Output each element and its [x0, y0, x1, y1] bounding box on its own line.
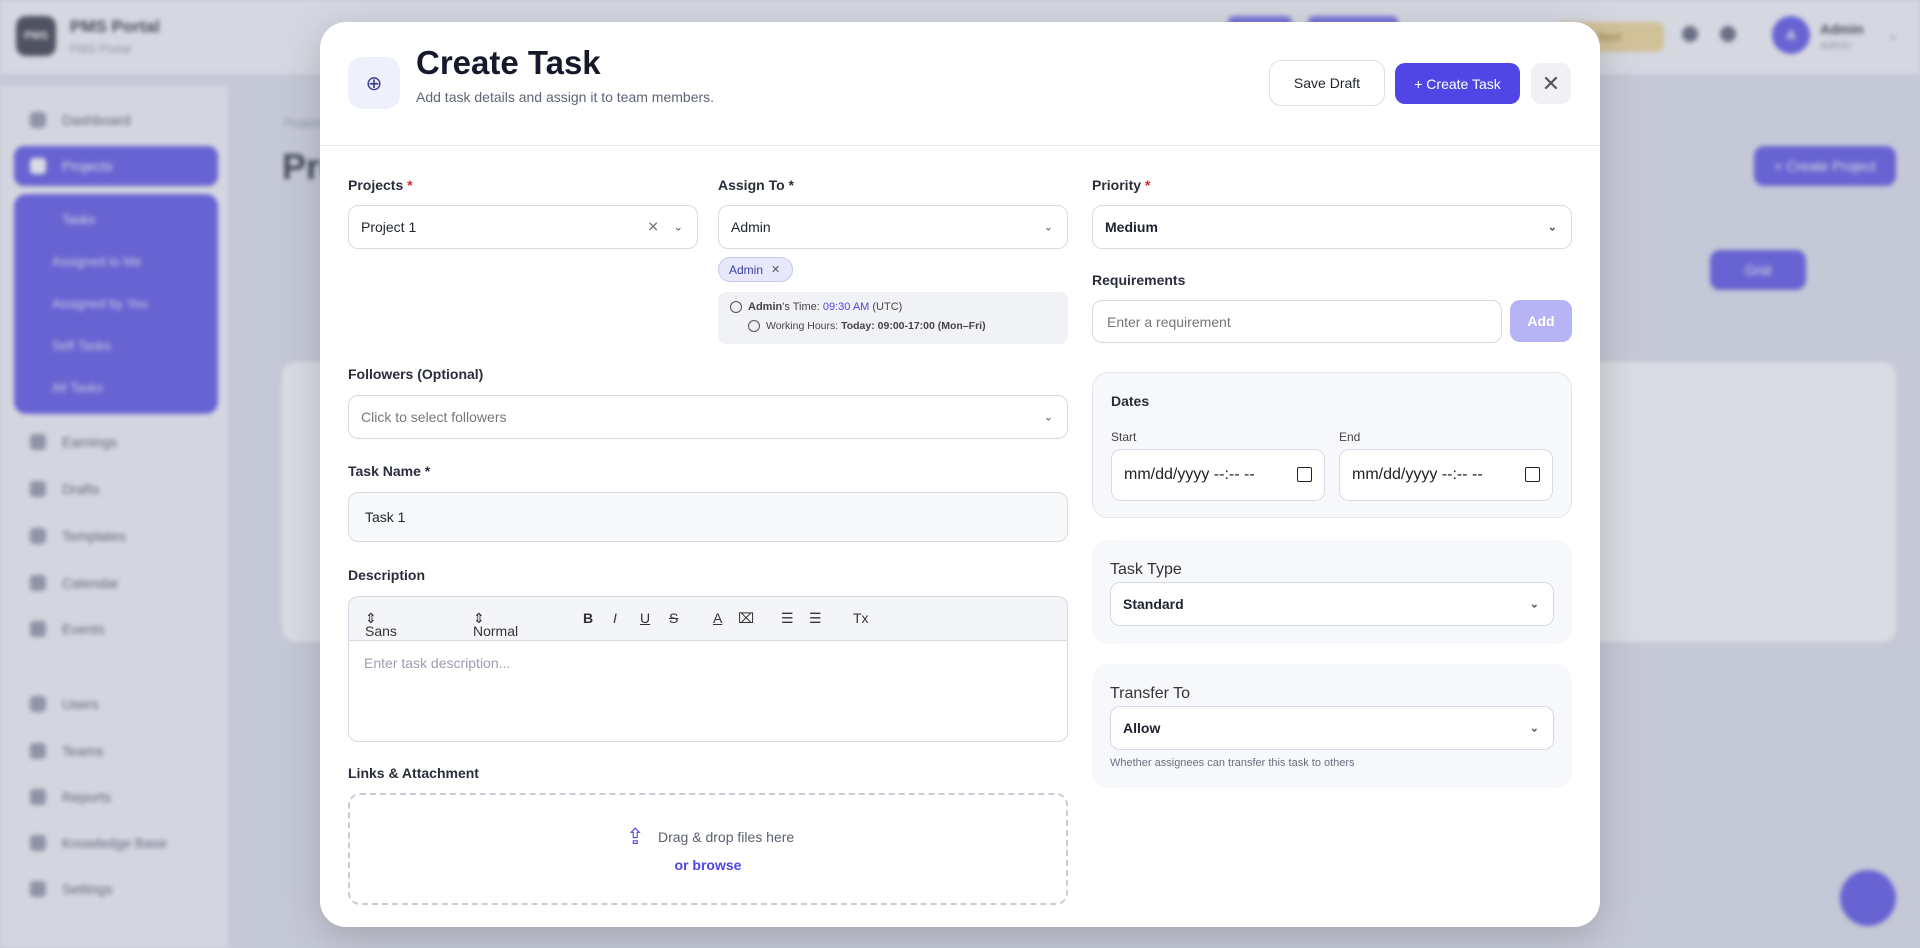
upload-icon: ⇪: [626, 824, 645, 849]
followers-label: Followers (Optional): [348, 366, 484, 382]
chevron-down-icon[interactable]: ⌄: [1044, 221, 1053, 234]
requirement-input[interactable]: Enter a requirement: [1092, 300, 1502, 343]
dates-label: Dates: [1111, 393, 1150, 409]
transfer-to-select[interactable]: Allow ⌄: [1110, 706, 1554, 750]
chevron-down-icon[interactable]: ⌄: [1530, 722, 1539, 735]
clock-icon: [730, 301, 742, 313]
text-color-icon[interactable]: A: [713, 610, 722, 626]
start-date-label: Start: [1111, 430, 1137, 444]
end-date-input[interactable]: mm/dd/yyyy --:-- --: [1339, 449, 1553, 501]
modal-title: Create Task: [416, 44, 601, 81]
strikethrough-icon[interactable]: S: [669, 610, 678, 626]
modal-subtitle: Add task details and assign it to team m…: [416, 89, 715, 105]
ordered-list-icon[interactable]: ☰: [781, 610, 794, 627]
clock-icon: [748, 320, 760, 332]
modal-header: ⊕ Create Task Add task details and assig…: [320, 22, 1600, 146]
file-dropzone[interactable]: ⇪ Drag & drop files here or browse: [348, 793, 1068, 905]
assignee-chip: Admin ✕: [718, 257, 794, 282]
description-editor[interactable]: Enter task description...: [348, 640, 1068, 742]
clear-format-icon[interactable]: Tx: [853, 610, 869, 626]
calendar-icon[interactable]: [1297, 467, 1312, 482]
followers-select[interactable]: Click to select followers ⌄: [348, 395, 1068, 439]
size-select[interactable]: Normal ⇕: [473, 610, 518, 639]
start-date-input[interactable]: mm/dd/yyyy --:-- --: [1111, 449, 1325, 501]
add-requirement-button[interactable]: Add: [1510, 300, 1572, 342]
task-icon: ⊕: [348, 57, 400, 109]
clear-icon[interactable]: ✕: [647, 219, 659, 236]
links-label: Links & Attachment: [348, 765, 479, 781]
transfer-to-panel: Transfer To Allow ⌄ Whether assignees ca…: [1092, 664, 1572, 788]
close-icon[interactable]: ✕: [1531, 63, 1571, 104]
bold-icon[interactable]: B: [583, 610, 593, 626]
task-name-label: Task Name *: [348, 463, 431, 479]
underline-icon[interactable]: U: [640, 610, 650, 626]
remove-chip-icon[interactable]: ✕: [771, 263, 780, 276]
assignee-timezone-info: Admin's Time: 09:30 AM (UTC) Working Hou…: [718, 292, 1068, 344]
assign-to-select[interactable]: Admin ⌄: [718, 205, 1068, 249]
dates-panel: Dates Start End mm/dd/yyyy --:-- -- mm/d…: [1092, 372, 1572, 518]
requirements-label: Requirements: [1092, 272, 1186, 288]
create-task-button[interactable]: + Create Task: [1395, 63, 1520, 104]
task-type-label: Task Type: [1110, 561, 1182, 578]
task-type-panel: Task Type Standard ⌄: [1092, 540, 1572, 644]
highlight-icon[interactable]: ⌧: [738, 610, 754, 627]
description-label: Description: [348, 567, 426, 583]
assign-to-label: Assign To *: [718, 177, 794, 193]
chevron-down-icon[interactable]: ⌄: [1044, 411, 1053, 424]
transfer-hint: Whether assignees can transfer this task…: [1110, 757, 1355, 769]
chevron-down-icon[interactable]: ⌄: [674, 221, 683, 234]
task-name-input[interactable]: Task 1: [348, 492, 1068, 542]
save-draft-button[interactable]: Save Draft: [1269, 60, 1385, 106]
editor-toolbar: Sans Serif ⇕ Normal ⇕ B I U S A ⌧ ☰ ☰ Tx: [348, 596, 1068, 655]
italic-icon[interactable]: I: [613, 610, 617, 626]
dropzone-text: Drag & drop files here: [658, 829, 795, 845]
chevron-down-icon[interactable]: ⌄: [1548, 221, 1557, 234]
bullet-list-icon[interactable]: ☰: [809, 610, 822, 627]
create-task-modal: ⊕ Create Task Add task details and assig…: [320, 22, 1600, 927]
font-select[interactable]: Sans Serif ⇕: [365, 610, 397, 655]
transfer-to-label: Transfer To: [1110, 685, 1191, 702]
calendar-icon[interactable]: [1525, 467, 1540, 482]
projects-label: Projects *: [348, 177, 413, 193]
priority-label: Priority *: [1092, 177, 1151, 193]
projects-select[interactable]: Project 1 ✕ ⌄: [348, 205, 698, 249]
priority-select[interactable]: Medium ⌄: [1092, 205, 1572, 249]
task-type-select[interactable]: Standard ⌄: [1110, 582, 1554, 626]
browse-link[interactable]: or browse: [350, 857, 1066, 873]
chevron-down-icon[interactable]: ⌄: [1530, 598, 1539, 611]
end-date-label: End: [1339, 430, 1361, 444]
